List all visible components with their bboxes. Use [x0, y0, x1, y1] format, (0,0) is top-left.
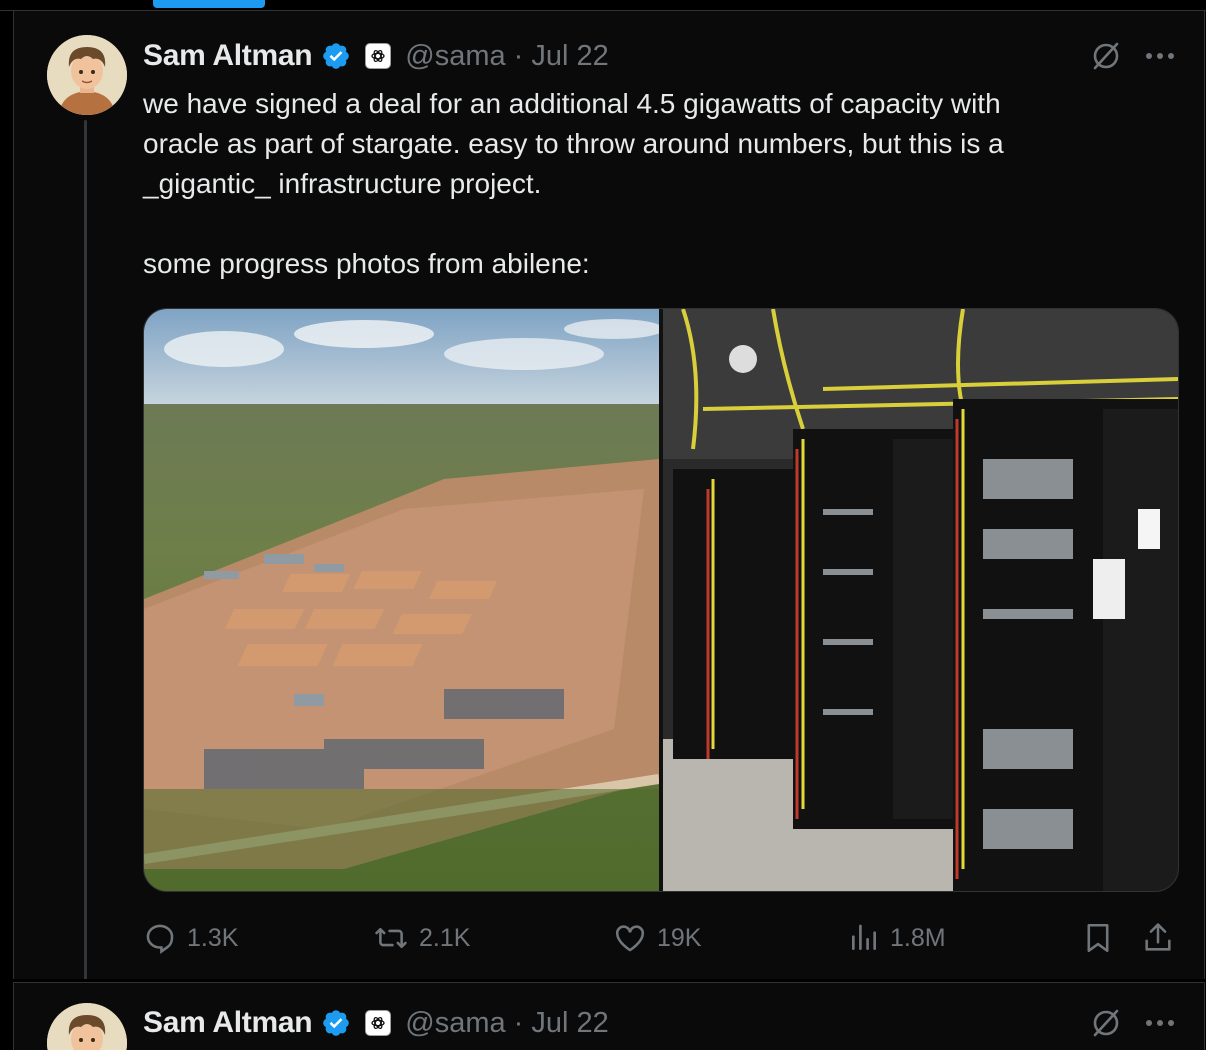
openai-logo-icon[interactable]: [365, 1010, 392, 1036]
repost-icon: [375, 927, 407, 949]
author-handle[interactable]: @sama: [405, 1007, 505, 1040]
tweet-media-grid[interactable]: [143, 308, 1179, 892]
timeline: Sam Altman @sama · Jul 22 we have signed…: [0, 0, 1206, 1050]
author-name[interactable]: Sam Altman: [143, 1006, 313, 1040]
verified-badge-icon[interactable]: [321, 1008, 351, 1038]
share-icon: [1145, 923, 1171, 951]
date-separator: ·: [513, 39, 524, 72]
like-icon: [615, 925, 645, 952]
views-button[interactable]: 1.8M: [848, 916, 946, 960]
author-name[interactable]: Sam Altman: [143, 39, 313, 73]
like-button[interactable]: 19K: [613, 916, 701, 960]
tweet-header: Sam Altman @sama · Jul 22: [143, 1003, 609, 1043]
tweet-actions: 1.3K 2.1K 19K 1.8M: [143, 916, 1183, 960]
date-separator: ·: [513, 1006, 524, 1039]
author-handle[interactable]: @sama: [405, 40, 505, 73]
bookmark-icon: [1087, 923, 1109, 953]
share-button[interactable]: [1141, 916, 1185, 960]
active-tab-indicator: [153, 0, 265, 8]
like-count: 19K: [657, 923, 702, 952]
grok-icon[interactable]: [1088, 38, 1124, 74]
media-photo-server-racks[interactable]: [663, 309, 1178, 891]
repost-count: 2.1K: [419, 923, 471, 952]
repost-button[interactable]: 2.1K: [373, 916, 470, 960]
more-icon[interactable]: [1142, 1005, 1178, 1041]
reply-icon: [146, 924, 174, 954]
verified-badge-icon[interactable]: [321, 41, 351, 71]
openai-logo-icon[interactable]: [365, 43, 392, 69]
bookmark-button[interactable]: [1081, 916, 1125, 960]
tweet-date[interactable]: Jul 22: [531, 1007, 608, 1040]
tweet-date[interactable]: Jul 22: [531, 40, 608, 73]
avatar[interactable]: [47, 35, 127, 115]
view-count: 1.8M: [890, 923, 946, 952]
avatar-illustration: [47, 35, 127, 115]
more-icon[interactable]: [1142, 38, 1178, 74]
media-photo-aerial-site[interactable]: [144, 309, 659, 891]
reply-count: 1.3K: [187, 923, 239, 952]
tweet-header: Sam Altman @sama · Jul 22: [143, 36, 609, 76]
grok-icon[interactable]: [1088, 1005, 1124, 1041]
tweet-text: we have signed a deal for an additional …: [143, 88, 1004, 279]
reply-button[interactable]: 1.3K: [143, 916, 238, 960]
thread-connector-line: [84, 120, 87, 982]
views-icon: [852, 924, 876, 950]
